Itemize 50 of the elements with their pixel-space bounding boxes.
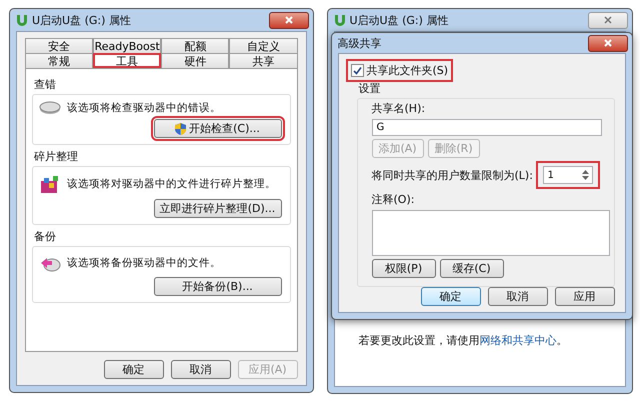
group-title: 碎片整理 xyxy=(33,149,79,165)
dialog-button[interactable]: 确定 xyxy=(104,360,164,379)
user-limit-value: 1 xyxy=(548,170,554,180)
settings-note: 若要更改此设置，请使用网络和共享中心。 xyxy=(358,333,568,348)
tab[interactable]: 自定义 xyxy=(229,38,298,53)
share-folder-checkbox[interactable]: 共享此文件夹(S) xyxy=(348,62,450,79)
user-limit-label: 将同时共享的用户数量限制为(L): xyxy=(372,168,533,182)
group-title: 查错 xyxy=(33,77,57,93)
close-button[interactable] xyxy=(268,12,308,28)
action-button[interactable]: 开始备份(B)... xyxy=(154,277,282,296)
tab[interactable]: 安全 xyxy=(25,38,94,53)
tab[interactable]: 配额 xyxy=(161,38,230,53)
close-button[interactable] xyxy=(588,12,628,28)
settings-button[interactable]: 缓存(C) xyxy=(440,259,504,278)
dialog-button[interactable]: 取消 xyxy=(170,360,230,379)
tab[interactable]: 硬件 xyxy=(161,53,230,68)
comment-field[interactable] xyxy=(372,210,610,256)
share-name-field[interactable]: G xyxy=(372,119,602,136)
close-icon xyxy=(604,16,612,24)
window-title: U启动U盘 (G:) 属性 xyxy=(32,12,132,28)
group-title: 设置 xyxy=(358,81,382,97)
close-icon xyxy=(284,16,292,24)
group-description: 该选项将对驱动器中的文件进行碎片整理。 xyxy=(67,177,276,191)
action-button[interactable]: 立即进行碎片整理(D)... xyxy=(154,199,282,218)
close-icon xyxy=(604,39,612,47)
settings-button[interactable]: 权限(P) xyxy=(372,259,436,278)
group-description: 该选项将备份驱动器中的文件。 xyxy=(67,256,221,270)
tab[interactable]: ReadyBoost xyxy=(93,38,162,53)
user-limit-spinner[interactable]: 1 xyxy=(542,166,592,184)
spin-arrows-icon xyxy=(580,168,590,182)
share-name-label: 共享名(H): xyxy=(372,101,426,116)
app-icon xyxy=(334,14,346,26)
dialog-button[interactable]: 确定 xyxy=(420,287,480,306)
group-description: 该选项将检查驱动器中的错误。 xyxy=(67,101,221,115)
window-title: U启动U盘 (G:) 属性 xyxy=(350,12,450,28)
tab[interactable]: 共享 xyxy=(229,53,298,68)
close-button[interactable] xyxy=(588,34,628,52)
app-icon xyxy=(16,14,28,26)
defrag-icon xyxy=(39,173,61,195)
tab[interactable]: 工具 xyxy=(93,53,162,68)
checkmark-icon xyxy=(352,66,362,75)
drive-icon xyxy=(39,101,61,115)
comment-label: 注释(O): xyxy=(372,192,416,207)
dialog-title: 高级共享 xyxy=(338,36,382,50)
dialog-button[interactable]: 取消 xyxy=(488,287,548,306)
dialog-button[interactable]: 应用 xyxy=(554,287,614,306)
tab[interactable]: 常规 xyxy=(25,53,94,68)
network-center-link[interactable]: 网络和共享中心 xyxy=(480,334,556,347)
group-title: 备份 xyxy=(33,229,57,245)
shield-icon xyxy=(175,122,186,134)
